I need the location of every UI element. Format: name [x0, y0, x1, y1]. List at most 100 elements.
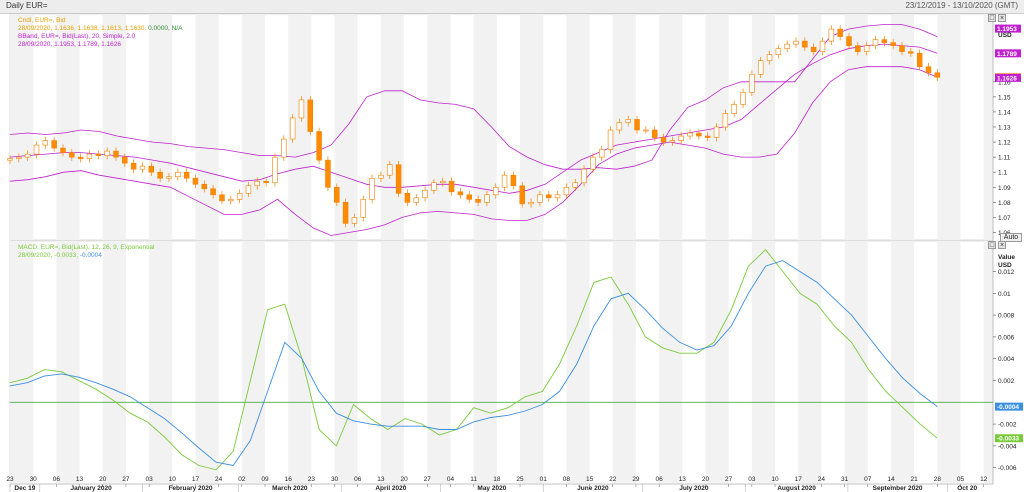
candle-body[interactable]	[457, 191, 464, 196]
candle-body[interactable]	[228, 199, 234, 202]
candle-body[interactable]	[899, 45, 905, 52]
candle-body[interactable]	[183, 171, 190, 179]
candle-body[interactable]	[731, 104, 737, 114]
candle-body[interactable]	[890, 42, 896, 46]
maximize-panel-icon[interactable]: □	[988, 14, 996, 22]
candle-body[interactable]	[201, 183, 208, 190]
candle-body[interactable]	[325, 159, 331, 188]
maximize-panel-icon[interactable]: □	[988, 241, 996, 249]
candle-body[interactable]	[395, 164, 402, 194]
candle-body[interactable]	[828, 28, 835, 42]
candle-body[interactable]	[86, 153, 93, 159]
candle-body[interactable]	[519, 185, 525, 205]
candle-body[interactable]	[572, 182, 578, 188]
candle-body[interactable]	[696, 132, 702, 137]
candle-body[interactable]	[908, 51, 914, 54]
candle-body[interactable]	[546, 194, 552, 199]
candle-body[interactable]	[378, 174, 384, 179]
candle-body[interactable]	[802, 40, 808, 48]
candle-body[interactable]	[837, 28, 843, 37]
candle-body[interactable]	[660, 137, 667, 143]
candle-body[interactable]	[925, 66, 932, 74]
candle-body[interactable]	[122, 156, 128, 164]
close-panel-icon[interactable]: ×	[998, 241, 1006, 249]
candle-body[interactable]	[289, 117, 296, 140]
candle-body[interactable]	[448, 180, 455, 193]
chart-canvas[interactable]: 1.161.151.141.131.121.111.11.091.081.071…	[0, 0, 1024, 492]
candle-body[interactable]	[33, 144, 40, 155]
candle-body[interactable]	[766, 54, 773, 62]
candle-body[interactable]	[413, 197, 419, 203]
candle-body[interactable]	[130, 162, 137, 170]
candle-body[interactable]	[740, 92, 746, 105]
candle-body[interactable]	[245, 185, 252, 194]
candle-body[interactable]	[863, 45, 870, 52]
candle-body[interactable]	[855, 45, 861, 52]
candle-body[interactable]	[916, 52, 923, 68]
candle-body[interactable]	[537, 194, 543, 203]
candle-body[interactable]	[263, 180, 269, 184]
candle-body[interactable]	[881, 39, 888, 43]
candle-body[interactable]	[484, 194, 490, 203]
candle-body[interactable]	[387, 164, 393, 176]
candle-body[interactable]	[501, 174, 508, 188]
candle-body[interactable]	[24, 153, 31, 158]
candle-body[interactable]	[157, 171, 163, 179]
candle-body[interactable]	[369, 177, 375, 200]
candle-body[interactable]	[749, 73, 755, 93]
candle-body[interactable]	[422, 189, 428, 199]
candle-body[interactable]	[104, 150, 110, 156]
candle-body[interactable]	[60, 147, 66, 153]
candle-body[interactable]	[69, 152, 75, 158]
candle-body[interactable]	[192, 177, 199, 185]
candle-body[interactable]	[404, 192, 411, 203]
candle-body[interactable]	[51, 140, 57, 149]
candle-body[interactable]	[298, 99, 305, 119]
candle-body[interactable]	[210, 188, 216, 196]
candle-body[interactable]	[625, 119, 631, 123]
candle-body[interactable]	[334, 186, 340, 203]
candle-body[interactable]	[590, 156, 596, 170]
candle-body[interactable]	[342, 202, 349, 224]
candle-body[interactable]	[607, 129, 614, 150]
candle-body[interactable]	[757, 60, 764, 75]
candle-body[interactable]	[934, 72, 941, 78]
candle-body[interactable]	[139, 165, 146, 170]
candle-body[interactable]	[440, 180, 446, 184]
candle-body[interactable]	[598, 149, 605, 158]
candle-body[interactable]	[166, 176, 172, 179]
candle-body[interactable]	[466, 194, 472, 200]
candle-body[interactable]	[634, 119, 640, 131]
candle-body[interactable]	[236, 192, 243, 200]
candle-body[interactable]	[77, 156, 84, 159]
candle-body[interactable]	[95, 153, 102, 156]
candle-body[interactable]	[643, 129, 649, 132]
candle-body[interactable]	[7, 158, 13, 161]
candle-body[interactable]	[219, 194, 225, 202]
candle-body[interactable]	[148, 165, 155, 173]
candle-body[interactable]	[819, 40, 826, 52]
candle-body[interactable]	[687, 132, 693, 137]
candle-body[interactable]	[360, 199, 366, 218]
candle-body[interactable]	[651, 129, 658, 138]
candle-body[interactable]	[307, 99, 314, 132]
candle-body[interactable]	[563, 186, 570, 196]
close-panel-icon[interactable]: ×	[998, 14, 1006, 22]
candle-body[interactable]	[510, 174, 517, 187]
candle-body[interactable]	[272, 156, 278, 184]
candle-body[interactable]	[316, 131, 322, 161]
auto-scale-button[interactable]: Auto	[1000, 233, 1022, 242]
candle-body[interactable]	[872, 39, 879, 46]
candle-body[interactable]	[42, 140, 49, 146]
candle-body[interactable]	[431, 182, 437, 191]
candle-body[interactable]	[678, 135, 684, 141]
candle-body[interactable]	[669, 140, 676, 143]
candle-body[interactable]	[581, 168, 587, 184]
candle-body[interactable]	[528, 202, 534, 205]
candle-body[interactable]	[554, 194, 561, 199]
candle-body[interactable]	[281, 138, 287, 158]
candle-body[interactable]	[810, 46, 817, 52]
candle-body[interactable]	[175, 171, 181, 178]
candle-body[interactable]	[475, 199, 481, 203]
candle-body[interactable]	[16, 156, 22, 159]
